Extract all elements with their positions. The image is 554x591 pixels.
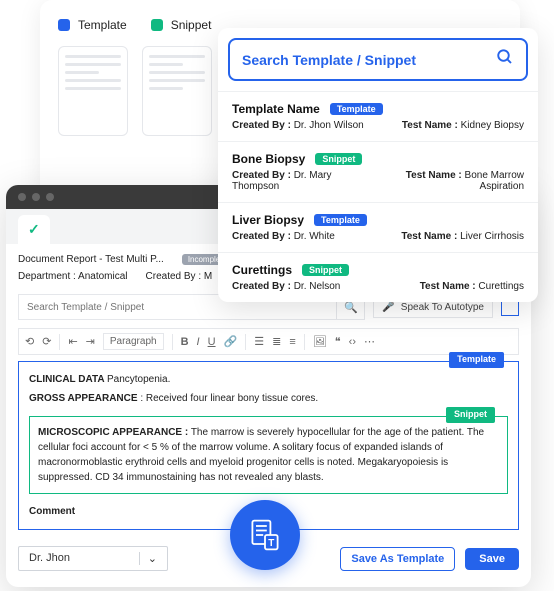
paragraph-select[interactable]: Paragraph	[103, 333, 164, 350]
outdent-icon[interactable]: ⇥	[86, 335, 95, 348]
legend-template: Template	[58, 18, 127, 32]
editor-toolbar: ⟲ ⟳ ⇤ ⇥ Paragraph B I U 🔗 ☰ ≣ ≡ 🖼 ❝ ‹› ⋯	[18, 328, 519, 355]
search-result[interactable]: Bone BiopsySnippet Created By : Dr. Mary…	[218, 141, 538, 202]
code-icon[interactable]: ‹›	[349, 336, 356, 348]
image-icon[interactable]: 🖼	[313, 335, 327, 348]
mic-icon: 🎤	[382, 302, 394, 313]
search-result[interactable]: Liver BiopsyTemplate Created By : Dr. Wh…	[218, 202, 538, 252]
more-icon[interactable]: ⋯	[364, 335, 375, 348]
thumb-1[interactable]	[58, 46, 128, 136]
search-result[interactable]: Template NameTemplate Created By : Dr. J…	[218, 91, 538, 141]
gross-line: GROSS APPEARANCE : Received four linear …	[29, 391, 508, 406]
search-input[interactable]	[242, 52, 496, 68]
window-dot	[18, 193, 26, 201]
search-result[interactable]: CurettingsSnippet Created By : Dr. Nelso…	[218, 252, 538, 302]
bold-icon[interactable]: B	[181, 336, 189, 348]
search-icon[interactable]	[496, 48, 514, 71]
micro-label: MICROSCOPIC APPEARANCE :	[38, 427, 188, 438]
redo-icon[interactable]: ⟳	[42, 335, 51, 348]
result-title: Bone Biopsy	[232, 152, 305, 166]
snippet-swatch	[151, 19, 163, 31]
doc-title: Document Report - Test Multi P...	[18, 254, 164, 265]
search-bar[interactable]	[228, 38, 528, 81]
template-tag: Template	[449, 352, 504, 368]
template-badge: Template	[314, 214, 367, 226]
svg-text:T: T	[268, 538, 274, 549]
legend-snippet: Snippet	[151, 18, 212, 32]
result-title: Curettings	[232, 263, 292, 277]
undo-icon[interactable]: ⟲	[25, 335, 34, 348]
window-dot	[32, 193, 40, 201]
chevron-down-icon: ⌄	[139, 552, 157, 565]
speak-label: Speak To Autotype	[401, 302, 484, 313]
underline-icon[interactable]: U	[208, 336, 216, 348]
legend-snippet-label: Snippet	[171, 18, 212, 32]
user-dropdown[interactable]: Dr. Jhon ⌄	[18, 546, 168, 571]
search-panel: Template NameTemplate Created By : Dr. J…	[218, 28, 538, 302]
window-dot	[46, 193, 54, 201]
italic-icon[interactable]: I	[197, 336, 200, 348]
list-bullet-icon[interactable]: ☰	[254, 335, 264, 348]
result-title: Liver Biopsy	[232, 213, 304, 227]
user-name: Dr. Jhon	[29, 552, 70, 565]
save-button[interactable]: Save	[465, 548, 519, 570]
snippet-badge: Snippet	[302, 264, 349, 276]
tab[interactable]: ✓	[18, 215, 50, 244]
snippet-box: Snippet MICROSCOPIC APPEARANCE : The mar…	[29, 416, 508, 494]
list-number-icon[interactable]: ≣	[272, 335, 281, 348]
snippet-tag: Snippet	[446, 407, 495, 423]
snippet-badge: Snippet	[315, 153, 362, 165]
template-badge: Template	[330, 103, 383, 115]
quote-icon[interactable]: ❝	[335, 335, 341, 348]
save-as-template-button[interactable]: Save As Template	[340, 547, 455, 571]
template-badge-icon: T	[230, 500, 300, 570]
link-icon[interactable]: 🔗	[224, 335, 238, 348]
align-icon[interactable]: ≡	[289, 336, 295, 348]
result-title: Template Name	[232, 102, 320, 116]
thumb-2[interactable]	[142, 46, 212, 136]
clinical-line: CLINICAL DATA Pancytopenia.	[29, 372, 508, 387]
legend-template-label: Template	[78, 18, 127, 32]
template-swatch	[58, 19, 70, 31]
indent-icon[interactable]: ⇤	[68, 335, 77, 348]
check-icon: ✓	[28, 221, 40, 238]
